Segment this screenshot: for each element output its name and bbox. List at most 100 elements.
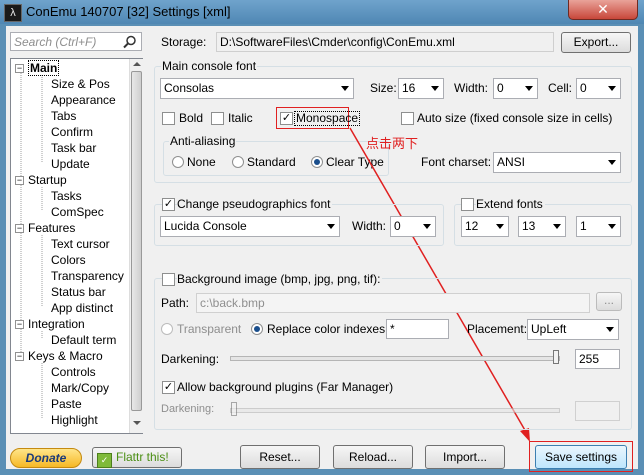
aa-none-label: None: [187, 155, 216, 169]
aa-none-radio[interactable]: [172, 156, 184, 168]
extend-fonts-checkbox[interactable]: [461, 198, 474, 211]
font-width-combo[interactable]: 0: [493, 78, 538, 99]
tree-item-label: Paste: [51, 397, 82, 411]
tree-item[interactable]: Mark/Copy: [51, 381, 109, 395]
tree-item[interactable]: Colors: [51, 253, 86, 267]
chevron-down-icon: [341, 86, 349, 91]
tree-item[interactable]: Highlight: [51, 413, 98, 427]
tree-item[interactable]: Task bar: [51, 141, 96, 155]
tree-item-label: Tasks: [51, 189, 82, 203]
tree-scroll-thumb[interactable]: [131, 71, 142, 411]
tree-item[interactable]: − Integration: [15, 317, 85, 331]
background-path-field[interactable]: c:\back.bmp: [196, 293, 590, 313]
darkening2-value-field[interactable]: [575, 401, 620, 421]
tree-item[interactable]: − Keys & Macro: [15, 349, 103, 363]
tree-item-label: Mark/Copy: [51, 381, 110, 395]
extend-combo-1[interactable]: 12: [461, 216, 509, 237]
pseudo-width-combo[interactable]: 0: [390, 216, 436, 237]
pseudo-font-checkbox[interactable]: ✓: [162, 198, 175, 211]
autosize-checkbox[interactable]: [401, 112, 414, 125]
tree-item-label: Main: [28, 60, 60, 76]
collapse-icon[interactable]: −: [15, 224, 24, 233]
tree-item[interactable]: Text cursor: [51, 237, 110, 251]
tree-item[interactable]: ComSpec: [51, 205, 104, 219]
close-button[interactable]: ✕: [568, 0, 638, 20]
reset-button[interactable]: Reset...: [240, 445, 320, 469]
collapse-icon[interactable]: −: [15, 352, 24, 361]
tree-item[interactable]: − Startup: [15, 173, 67, 187]
reload-button[interactable]: Reload...: [333, 445, 413, 469]
charset-combo[interactable]: ANSI: [493, 152, 621, 173]
bold-label: Bold: [179, 111, 204, 125]
storage-path-field[interactable]: D:\SoftwareFiles\Cmder\config\ConEmu.xml: [216, 32, 554, 52]
extend-combo-3[interactable]: 1: [576, 216, 621, 237]
tree-item[interactable]: Transparency: [51, 269, 124, 283]
scroll-down-icon[interactable]: [133, 421, 141, 425]
tree-item-label: Integration: [28, 317, 85, 331]
collapse-icon[interactable]: −: [15, 320, 24, 329]
checkmark-icon: ✓: [281, 112, 292, 124]
tree-item[interactable]: Paste: [51, 397, 82, 411]
placement-label: Placement:: [467, 322, 528, 336]
aa-standard-radio[interactable]: [232, 156, 244, 168]
scroll-up-icon[interactable]: [133, 62, 141, 66]
font-size-value: 16: [402, 81, 416, 95]
size-label: Size:: [370, 81, 397, 95]
tree-item[interactable]: Tasks: [51, 189, 82, 203]
tree-item[interactable]: − Main: [15, 60, 60, 76]
tree-item[interactable]: Tabs: [51, 109, 76, 123]
tree-item-label: Size & Pos: [51, 77, 110, 91]
donate-button[interactable]: Donate: [10, 448, 82, 468]
export-button[interactable]: Export...: [561, 32, 631, 53]
transparent-radio[interactable]: [161, 323, 173, 335]
darkening-value-field[interactable]: 255: [575, 349, 620, 369]
replace-color-field[interactable]: *: [386, 319, 449, 339]
import-button[interactable]: Import...: [425, 445, 505, 469]
chevron-down-icon: [606, 327, 614, 332]
tree-item[interactable]: Size & Pos: [51, 77, 110, 91]
darkening-label: Darkening:: [161, 352, 220, 366]
search-input[interactable]: Search (Ctrl+F): [10, 32, 142, 51]
bold-checkbox[interactable]: [162, 112, 175, 125]
darkening2-slider-thumb[interactable]: [231, 402, 237, 416]
background-image-checkbox[interactable]: [162, 273, 175, 286]
save-settings-button[interactable]: Save settings: [535, 445, 627, 469]
tree-item[interactable]: Update: [51, 157, 90, 171]
italic-checkbox[interactable]: [211, 112, 224, 125]
tree-item[interactable]: App distinct: [51, 301, 113, 315]
tree-item[interactable]: Controls: [51, 365, 96, 379]
browse-button[interactable]: ...: [596, 292, 622, 311]
tree-item-label: Confirm: [51, 125, 94, 139]
chevron-down-icon: [431, 86, 439, 91]
monospace-checkbox[interactable]: ✓: [280, 112, 293, 125]
path-label: Path:: [161, 296, 190, 310]
cell-combo[interactable]: 0: [576, 78, 621, 99]
background-plugins-checkbox[interactable]: ✓: [162, 381, 175, 394]
settings-tree[interactable]: − Main Size & Pos Appearance Tabs Confirm Task…: [10, 58, 144, 434]
tree-item[interactable]: Status bar: [51, 285, 106, 299]
chevron-down-icon: [423, 224, 431, 229]
darkening-slider[interactable]: [230, 356, 560, 361]
font-size-combo[interactable]: 16: [398, 78, 444, 99]
tree-item[interactable]: Default term: [51, 333, 116, 347]
tree-item[interactable]: − Features: [15, 221, 75, 235]
close-icon: ✕: [597, 1, 609, 17]
darkening-slider-thumb[interactable]: [553, 350, 559, 364]
chevron-down-icon: [525, 86, 533, 91]
extend-combo-2[interactable]: 13: [518, 216, 566, 237]
aa-cleartype-radio[interactable]: [311, 156, 323, 168]
main-font-group-label: Main console font: [161, 59, 258, 73]
collapse-icon[interactable]: −: [15, 176, 24, 185]
pseudo-font-combo[interactable]: Lucida Console: [160, 216, 340, 237]
collapse-icon[interactable]: −: [15, 64, 24, 73]
placement-combo[interactable]: UpLeft: [527, 319, 619, 340]
replace-color-radio[interactable]: [251, 323, 263, 335]
flattr-button[interactable]: ✓ Flattr this!: [92, 447, 182, 468]
font-name-combo[interactable]: Consolas: [160, 78, 354, 99]
darkening2-slider[interactable]: [230, 408, 560, 413]
tree-item[interactable]: Appearance: [51, 93, 116, 107]
tree-scrollbar[interactable]: [129, 59, 144, 433]
flattr-icon: ✓: [97, 453, 112, 468]
cell-value: 0: [580, 81, 587, 95]
tree-item[interactable]: Confirm: [51, 125, 93, 139]
